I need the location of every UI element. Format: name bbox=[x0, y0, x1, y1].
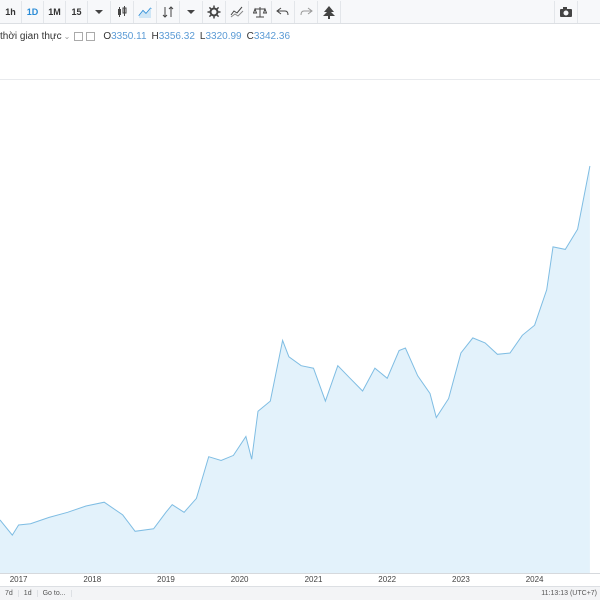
scale-icon[interactable] bbox=[249, 0, 272, 23]
chevron-down-icon[interactable] bbox=[88, 0, 111, 23]
time-axis-label: 2018 bbox=[83, 575, 102, 584]
interval-15-button[interactable]: 15 bbox=[66, 0, 88, 23]
compare-icon[interactable] bbox=[226, 0, 249, 23]
interval-1m-button[interactable]: 1M bbox=[44, 0, 66, 23]
time-axis-label: 2024 bbox=[525, 575, 544, 584]
candles-icon[interactable] bbox=[111, 0, 134, 23]
interval-1h-button[interactable]: 1h bbox=[0, 0, 22, 23]
series-legend: thời gian thực ⌄ O 3350.11 H 3356.32 L 3320… bbox=[0, 28, 290, 44]
open-value: 3350.11 bbox=[111, 30, 147, 42]
time-axis-label: 2020 bbox=[230, 575, 249, 584]
indicator-icon[interactable] bbox=[157, 0, 180, 23]
tree-icon[interactable] bbox=[318, 0, 341, 23]
price-chart[interactable] bbox=[0, 80, 600, 573]
undo-icon[interactable] bbox=[272, 0, 295, 23]
top-toolbar: 1h 1D 1M 15 bbox=[0, 0, 600, 24]
time-axis-label: 2021 bbox=[304, 575, 323, 584]
time-axis-label: 2022 bbox=[378, 575, 397, 584]
settings-gear-icon[interactable] bbox=[203, 0, 226, 23]
goto-button[interactable]: Go to... bbox=[38, 590, 72, 597]
chevron-down-icon[interactable]: ⌄ bbox=[64, 32, 71, 41]
time-axis[interactable]: 2017 2018 2019 2020 2021 2022 2023 2024 bbox=[0, 573, 600, 586]
line-chart-icon[interactable] bbox=[134, 0, 157, 23]
range-7d-button[interactable]: 7d bbox=[0, 590, 19, 597]
time-axis-label: 2019 bbox=[156, 575, 175, 584]
time-axis-label: 2017 bbox=[9, 575, 28, 584]
fullscreen-icon[interactable] bbox=[578, 1, 600, 23]
clock-time: 11:13:13 (UTC+7) bbox=[541, 590, 597, 597]
high-label: H bbox=[151, 30, 159, 42]
range-1d-button[interactable]: 1d bbox=[19, 590, 38, 597]
camera-icon[interactable] bbox=[554, 0, 578, 23]
interval-1d-button[interactable]: 1D bbox=[22, 0, 44, 23]
high-value: 3356.32 bbox=[158, 30, 195, 42]
close-value: 3342.36 bbox=[253, 30, 291, 42]
series-area-fill bbox=[0, 166, 590, 573]
close-label: C bbox=[246, 30, 254, 42]
chevron-down-icon[interactable] bbox=[180, 0, 203, 23]
open-label: O bbox=[103, 30, 112, 42]
hide-series-icon[interactable] bbox=[74, 31, 84, 41]
symbol-title[interactable]: thời gian thực bbox=[0, 31, 62, 42]
settings-box-icon[interactable] bbox=[86, 31, 96, 41]
time-axis-label: 2023 bbox=[451, 575, 470, 584]
low-value: 3320.99 bbox=[205, 30, 242, 42]
bottom-bar: 7d 1d Go to... 11:13:13 (UTC+7) bbox=[0, 586, 600, 600]
redo-icon[interactable] bbox=[295, 0, 318, 23]
